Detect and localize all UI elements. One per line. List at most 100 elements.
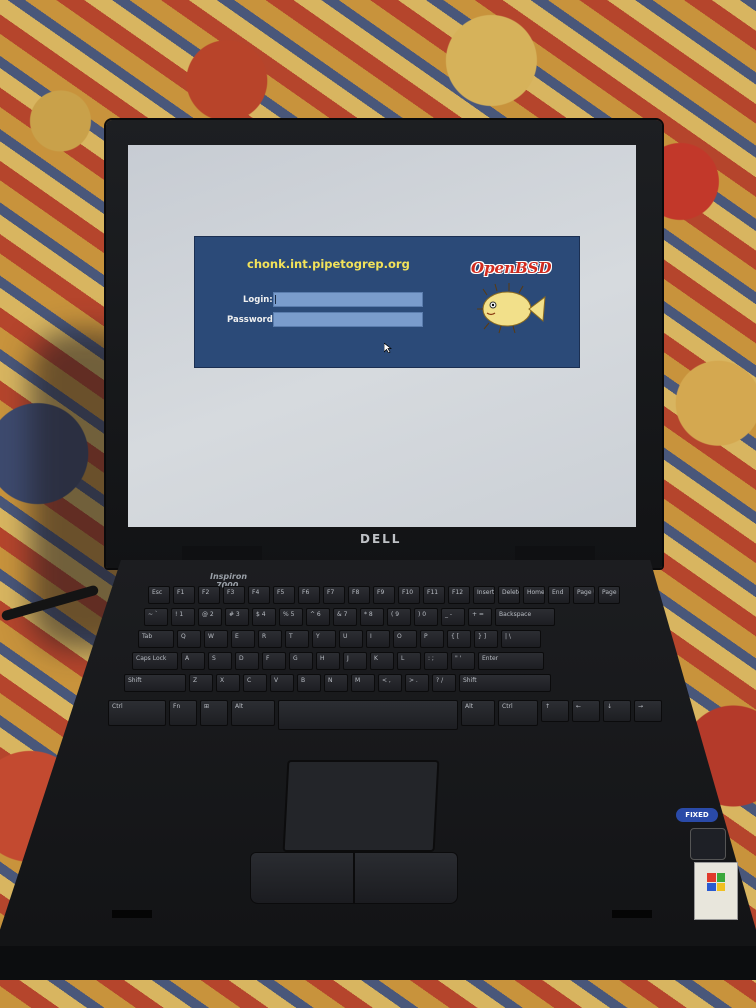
qwerty-row: Tab Q W E R T Y U I O P { [ } ] | \ bbox=[138, 630, 541, 648]
key[interactable]: H bbox=[316, 652, 340, 670]
key[interactable]: J bbox=[343, 652, 367, 670]
key[interactable]: Delete bbox=[498, 586, 520, 604]
key[interactable]: L bbox=[397, 652, 421, 670]
fixed-sticker: FIXED bbox=[676, 808, 718, 822]
key[interactable]: ^ 6 bbox=[306, 608, 330, 626]
key[interactable]: ~ ` bbox=[144, 608, 168, 626]
touchpad-left-button[interactable] bbox=[250, 852, 354, 904]
right-ctrl-key[interactable]: Ctrl bbox=[498, 700, 538, 726]
key[interactable]: > . bbox=[405, 674, 429, 692]
arrow-down-key[interactable]: ↓ bbox=[603, 700, 631, 722]
key[interactable]: Esc bbox=[148, 586, 170, 604]
key[interactable]: Home bbox=[523, 586, 545, 604]
spacebar[interactable] bbox=[278, 700, 458, 730]
left-alt-key[interactable]: Alt bbox=[231, 700, 275, 726]
key[interactable]: F7 bbox=[323, 586, 345, 604]
key[interactable]: P bbox=[420, 630, 444, 648]
key[interactable]: V bbox=[270, 674, 294, 692]
key[interactable]: F8 bbox=[348, 586, 370, 604]
key[interactable]: N bbox=[324, 674, 348, 692]
key[interactable]: S bbox=[208, 652, 232, 670]
key[interactable]: K bbox=[370, 652, 394, 670]
key[interactable]: G bbox=[289, 652, 313, 670]
key[interactable]: Page Up bbox=[573, 586, 595, 604]
arrow-left-key[interactable]: ← bbox=[572, 700, 600, 722]
laptop-screen: chonk.int.pipetogrep.org Login: Password… bbox=[128, 145, 636, 527]
key[interactable]: Page Dn bbox=[598, 586, 620, 604]
key[interactable]: } ] bbox=[474, 630, 498, 648]
key[interactable]: + = bbox=[468, 608, 492, 626]
key[interactable]: F5 bbox=[273, 586, 295, 604]
caps-lock-key[interactable]: Caps Lock bbox=[132, 652, 178, 670]
key[interactable]: " ' bbox=[451, 652, 475, 670]
keyboard[interactable]: Esc F1 F2 F3 F4 F5 F6 F7 F8 F9 F10 F11 F… bbox=[108, 578, 686, 758]
touchpad-right-button[interactable] bbox=[354, 852, 458, 904]
key[interactable]: F2 bbox=[198, 586, 220, 604]
key[interactable]: @ 2 bbox=[198, 608, 222, 626]
password-input[interactable] bbox=[273, 312, 423, 327]
right-shift-key[interactable]: Shift bbox=[459, 674, 551, 692]
key[interactable]: Y bbox=[312, 630, 336, 648]
key[interactable]: X bbox=[216, 674, 240, 692]
bottom-row: Ctrl Fn ⊞ Alt Alt Ctrl ↑ ← ↓ → bbox=[108, 700, 662, 730]
key[interactable]: * 8 bbox=[360, 608, 384, 626]
function-row: Esc F1 F2 F3 F4 F5 F6 F7 F8 F9 F10 F11 F… bbox=[148, 586, 620, 604]
key[interactable]: Q bbox=[177, 630, 201, 648]
key[interactable]: F6 bbox=[298, 586, 320, 604]
key[interactable]: ! 1 bbox=[171, 608, 195, 626]
fn-key[interactable]: Fn bbox=[169, 700, 197, 726]
right-alt-key[interactable]: Alt bbox=[461, 700, 495, 726]
rubber-foot-left bbox=[112, 910, 152, 918]
number-row: ~ ` ! 1 @ 2 # 3 $ 4 % 5 ^ 6 & 7 * 8 ( 9 … bbox=[144, 608, 555, 626]
mouse-pointer-icon bbox=[384, 343, 392, 353]
key[interactable]: $ 4 bbox=[252, 608, 276, 626]
key[interactable]: % 5 bbox=[279, 608, 303, 626]
key[interactable]: B bbox=[297, 674, 321, 692]
key[interactable]: F bbox=[262, 652, 286, 670]
key[interactable]: I bbox=[366, 630, 390, 648]
left-ctrl-key[interactable]: Ctrl bbox=[108, 700, 166, 726]
key[interactable]: E bbox=[231, 630, 255, 648]
key[interactable]: Z bbox=[189, 674, 213, 692]
key[interactable]: A bbox=[181, 652, 205, 670]
key[interactable]: ( 9 bbox=[387, 608, 411, 626]
key[interactable]: F11 bbox=[423, 586, 445, 604]
key[interactable]: F4 bbox=[248, 586, 270, 604]
key[interactable]: F12 bbox=[448, 586, 470, 604]
key[interactable]: T bbox=[285, 630, 309, 648]
key[interactable]: Insert bbox=[473, 586, 495, 604]
key[interactable]: : ; bbox=[424, 652, 448, 670]
front-edge bbox=[0, 946, 756, 980]
key[interactable]: F10 bbox=[398, 586, 420, 604]
key[interactable]: _ - bbox=[441, 608, 465, 626]
key[interactable]: M bbox=[351, 674, 375, 692]
key[interactable]: ? / bbox=[432, 674, 456, 692]
key[interactable]: ) 0 bbox=[414, 608, 438, 626]
processor-sticker-icon bbox=[690, 828, 726, 860]
key[interactable]: W bbox=[204, 630, 228, 648]
windows-key[interactable]: ⊞ bbox=[200, 700, 228, 726]
backspace-key[interactable]: Backspace bbox=[495, 608, 555, 626]
login-input[interactable] bbox=[273, 292, 423, 307]
left-shift-key[interactable]: Shift bbox=[124, 674, 186, 692]
key[interactable]: < , bbox=[378, 674, 402, 692]
key[interactable]: & 7 bbox=[333, 608, 357, 626]
key[interactable]: F3 bbox=[223, 586, 245, 604]
key[interactable]: End bbox=[548, 586, 570, 604]
key[interactable]: F1 bbox=[173, 586, 195, 604]
key[interactable]: R bbox=[258, 630, 282, 648]
enter-key[interactable]: Enter bbox=[478, 652, 544, 670]
tab-key[interactable]: Tab bbox=[138, 630, 174, 648]
key[interactable]: # 3 bbox=[225, 608, 249, 626]
arrow-right-key[interactable]: → bbox=[634, 700, 662, 722]
key[interactable]: | \ bbox=[501, 630, 541, 648]
key[interactable]: U bbox=[339, 630, 363, 648]
touchpad[interactable] bbox=[282, 760, 440, 852]
text-caret bbox=[275, 295, 276, 304]
key[interactable]: F9 bbox=[373, 586, 395, 604]
key[interactable]: C bbox=[243, 674, 267, 692]
key[interactable]: O bbox=[393, 630, 417, 648]
key[interactable]: { [ bbox=[447, 630, 471, 648]
key[interactable]: D bbox=[235, 652, 259, 670]
arrow-up-key[interactable]: ↑ bbox=[541, 700, 569, 722]
